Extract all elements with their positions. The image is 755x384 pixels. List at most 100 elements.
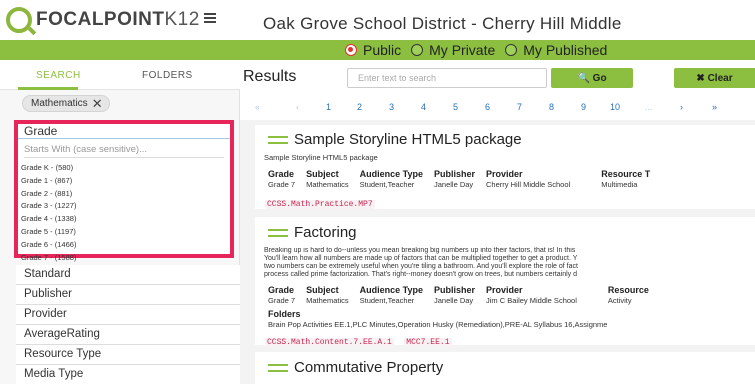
meta-audience-type: Audience Type Student,Teacher	[359, 169, 423, 189]
result-title: Commutative Property	[294, 359, 444, 376]
page-link[interactable]: 2	[357, 102, 362, 112]
drag-handle-icon[interactable]	[268, 363, 288, 372]
grade-filter-input[interactable]	[24, 142, 224, 158]
grade-option[interactable]: Grade 2 - (881)	[21, 188, 76, 201]
search-icon: 🔍	[577, 72, 590, 84]
sidebar: SEARCH FOLDERS Mathematics ✕ Grade Grade…	[0, 60, 240, 384]
page-link[interactable]: 1	[326, 102, 331, 112]
result-card: Commutative Property	[255, 352, 755, 384]
visibility-radio-group: Public My Private My Published	[345, 40, 617, 60]
visibility-bar: Public My Private My Published	[0, 40, 755, 60]
drag-handle-icon[interactable]	[268, 228, 288, 237]
radio-public[interactable]: Public	[345, 42, 401, 58]
result-title-link[interactable]: Sample Storyline HTML5 package	[268, 131, 522, 148]
grade-option[interactable]: Grade K - (580)	[21, 162, 76, 175]
grade-option[interactable]: Grade 6 - (1466)	[21, 239, 76, 252]
drag-handle-icon[interactable]	[268, 135, 288, 144]
page-link[interactable]: 6	[485, 102, 490, 112]
magnifier-logo-icon	[6, 7, 32, 33]
facet-standard[interactable]: Standard	[16, 265, 240, 285]
page-link[interactable]: 8	[549, 102, 554, 112]
top-header: FOCALPOINTK12 Oak Grove School District …	[0, 0, 755, 42]
logo[interactable]: FOCALPOINTK12	[6, 5, 200, 35]
grade-option[interactable]: Grade 5 - (1197)	[21, 226, 76, 239]
standards-row: CCSS.Math.Practice.MP7	[265, 193, 381, 211]
go-button[interactable]: 🔍 Go	[551, 68, 633, 88]
meta-grade: Grade Grade 7	[268, 285, 296, 305]
meta-provider: Provider Jim C Bailey Middle School	[486, 285, 577, 305]
sidebar-tabs: SEARCH FOLDERS	[0, 60, 240, 90]
radio-label: Public	[363, 42, 402, 58]
standard-tag[interactable]: CCSS.Math.Content.7.EE.A.1	[265, 338, 394, 347]
facet-publisher[interactable]: Publisher	[16, 285, 240, 305]
folders-list: Brain Pop Activities EE.1,PLC Minutes,Op…	[268, 320, 608, 329]
radio-label: My Published	[523, 42, 608, 58]
grade-option[interactable]: Grade 3 - (1227)	[21, 200, 76, 213]
radio-my-private[interactable]: My Private	[411, 42, 495, 58]
active-tab-indicator	[18, 87, 78, 90]
results-panel: Results 🔍 Go ✖ Clear « ‹ 1 2 3 4 5 6 7 8…	[240, 60, 755, 384]
meta-subject: Subject Mathematics	[306, 285, 349, 305]
result-description: Breaking up is hard to do--unless you me…	[264, 247, 578, 279]
meta-publisher: Publisher Janelle Day	[433, 169, 475, 189]
page-link[interactable]: 9	[581, 102, 586, 112]
radio-label: My Private	[429, 42, 496, 58]
meta-grade: Grade Grade 7	[268, 169, 296, 189]
meta-resource-type: Resource Activity	[607, 285, 649, 305]
first-page-link[interactable]: «	[255, 102, 260, 112]
tab-search[interactable]: SEARCH	[36, 70, 81, 81]
district-title: Oak Grove School District - Cherry Hill …	[263, 14, 622, 33]
page-link[interactable]: 3	[389, 102, 394, 112]
clear-button[interactable]: ✖ Clear	[674, 68, 755, 88]
page-link[interactable]: 5	[453, 102, 458, 112]
logo-text: FOCALPOINTK12	[36, 9, 200, 30]
radio-unselected-icon	[505, 44, 518, 56]
radio-unselected-icon	[411, 44, 424, 56]
meta-resource-type: Resource T Multimedia	[601, 169, 651, 189]
facet-average-rating[interactable]: AverageRating	[16, 325, 240, 345]
grade-facet-panel: Grade Grade K - (580) Grade 1 - (867) Gr…	[14, 120, 234, 262]
hamburger-menu-icon[interactable]	[204, 13, 216, 23]
result-meta: Grade Grade 7 Subject Mathematics Audience…	[268, 169, 661, 189]
last-page-link[interactable]: »	[712, 102, 717, 112]
grade-option[interactable]: Grade 1 - (867)	[21, 175, 76, 188]
page-link[interactable]: 7	[517, 102, 522, 112]
radio-my-published[interactable]: My Published	[505, 42, 607, 58]
meta-provider: Provider Cherry Hill Middle School	[486, 169, 571, 189]
facet-resource-type[interactable]: Resource Type	[16, 345, 240, 365]
meta-subject: Subject Mathematics	[306, 169, 349, 189]
facet-provider[interactable]: Provider	[16, 305, 240, 325]
ellipsis: ...	[645, 102, 653, 112]
tab-folders[interactable]: FOLDERS	[142, 70, 193, 81]
remove-filter-close-icon[interactable]: ✕	[92, 97, 103, 110]
results-title: Results	[243, 68, 297, 85]
active-filter-chip: Mathematics ✕	[22, 95, 110, 112]
search-input[interactable]	[347, 68, 547, 88]
grade-options-list: Grade K - (580) Grade 1 - (867) Grade 2 …	[21, 162, 76, 264]
grade-facet-title[interactable]: Grade	[18, 124, 230, 139]
result-title: Factoring	[294, 224, 357, 241]
results-list: Sample Storyline HTML5 package Sample St…	[240, 120, 755, 384]
prev-page-link[interactable]: ‹	[296, 102, 299, 112]
meta-publisher: Publisher Janelle Day	[433, 285, 475, 305]
standard-tag[interactable]: MCC7.EE.1	[404, 338, 452, 347]
grade-option[interactable]: Grade 4 - (1338)	[21, 213, 76, 226]
standards-row: CCSS.Math.Content.7.EE.A.1 MCC7.EE.1	[265, 331, 458, 349]
result-title-link[interactable]: Factoring	[268, 224, 357, 241]
facet-media-type[interactable]: Media Type	[16, 365, 240, 384]
go-label: Go	[592, 72, 607, 84]
meta-audience-type: Audience Type Student,Teacher	[359, 285, 423, 305]
next-page-link[interactable]: ›	[680, 102, 683, 112]
result-card: Factoring Breaking up is hard to do--unl…	[255, 217, 755, 347]
result-card: Sample Storyline HTML5 package Sample St…	[255, 125, 755, 209]
facet-list: Standard Publisher Provider AverageRatin…	[16, 265, 240, 384]
result-meta: Grade Grade 7 Subject Mathematics Audience…	[268, 285, 660, 305]
standard-tag[interactable]: CCSS.Math.Practice.MP7	[265, 200, 375, 209]
folders-label: Folders	[268, 309, 301, 319]
page-link[interactable]: 10	[610, 102, 620, 112]
result-title-link[interactable]: Commutative Property	[268, 359, 443, 376]
result-title: Sample Storyline HTML5 package	[294, 131, 522, 148]
pagination: « ‹ 1 2 3 4 5 6 7 8 9 10 ... › »	[240, 99, 755, 115]
page-link[interactable]: 4	[421, 102, 426, 112]
grade-option[interactable]: Grade 7 - (1588)	[21, 252, 76, 265]
